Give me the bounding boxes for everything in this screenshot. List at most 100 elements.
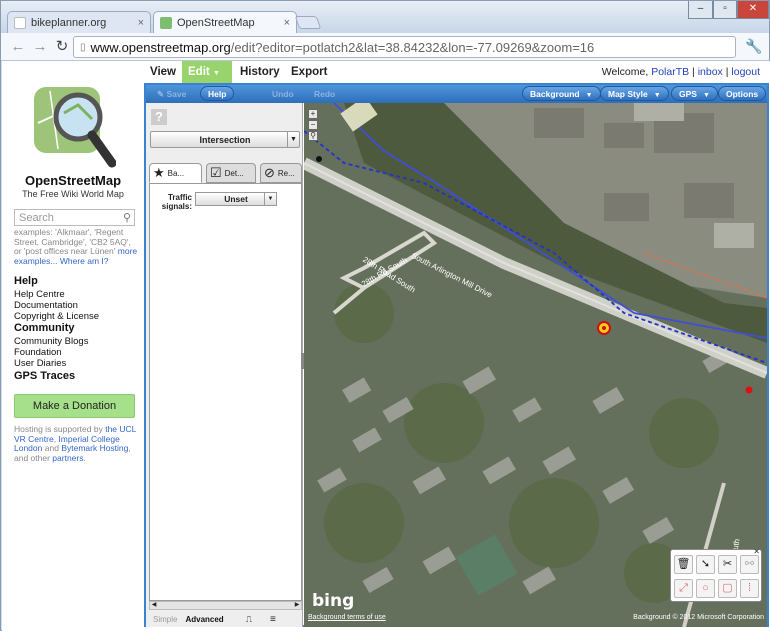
tab-basic-label: Ba... bbox=[167, 168, 185, 178]
menu-icon[interactable]: ≡ bbox=[270, 614, 276, 625]
close-window-button[interactable]: ✕ bbox=[737, 1, 769, 19]
circularise-icon[interactable]: ○ bbox=[696, 579, 715, 598]
community-heading: Community bbox=[14, 322, 75, 334]
chevron-down-icon: ▼ bbox=[212, 70, 220, 77]
tab-details-label: Det... bbox=[224, 168, 244, 178]
logout-link[interactable]: logout bbox=[731, 66, 760, 78]
panel-tabs: ★ Ba... ☑ Det... ⊘ Re... bbox=[149, 163, 302, 183]
examples-text: examples: 'Alkmaar', 'Regent Street, Cam… bbox=[14, 227, 131, 256]
tab-title: bikeplanner.org bbox=[31, 16, 107, 29]
options-button[interactable]: Options bbox=[718, 86, 767, 101]
gps-traces-link[interactable]: GPS Traces bbox=[14, 370, 75, 382]
tab-history[interactable]: History bbox=[234, 61, 286, 83]
tab-restrictions[interactable]: ⊘ Re... bbox=[260, 163, 302, 183]
tab-close-icon[interactable]: × bbox=[138, 17, 144, 29]
osm-logo-icon[interactable] bbox=[30, 83, 116, 173]
quadrilateralise-icon[interactable]: ▢ bbox=[718, 579, 737, 598]
redo-button[interactable]: Redo bbox=[306, 86, 343, 101]
inbox-link[interactable]: inbox bbox=[698, 66, 723, 78]
traffic-signals-label: Traffic signals: bbox=[161, 193, 192, 211]
background-button[interactable]: Background ▼ bbox=[522, 86, 601, 101]
split-icon[interactable]: ✂ bbox=[718, 555, 737, 574]
scroll-left-icon[interactable]: ◀ bbox=[150, 602, 158, 609]
copyright-link[interactable]: Copyright & License bbox=[14, 311, 99, 322]
left-sidebar: OpenStreetMap The Free Wiki World Map Se… bbox=[2, 61, 144, 631]
tab-view[interactable]: View bbox=[144, 61, 182, 83]
tab-edit[interactable]: Edit ▼ bbox=[182, 61, 232, 83]
tab-close-icon[interactable]: × bbox=[284, 17, 290, 29]
straighten-icon[interactable]: ➘ bbox=[696, 555, 715, 574]
preset-value: Intersection bbox=[199, 135, 251, 145]
user-diaries-link[interactable]: User Diaries bbox=[14, 358, 66, 369]
merge-icon[interactable]: ⚯ bbox=[740, 555, 759, 574]
search-icon[interactable]: ⚲ bbox=[123, 211, 131, 224]
node-marker[interactable] bbox=[745, 386, 753, 394]
reload-icon[interactable]: ↻ bbox=[53, 38, 71, 56]
tab-title: OpenStreetMap bbox=[177, 17, 255, 29]
page-icon bbox=[14, 16, 26, 29]
relation-icon[interactable]: ⎍ bbox=[246, 614, 252, 625]
parallelise-icon[interactable]: ⁞ bbox=[740, 579, 759, 598]
help-button[interactable]: Help bbox=[200, 86, 235, 101]
foundation-link[interactable]: Foundation bbox=[14, 347, 62, 358]
hosting-text: Hosting is supported by bbox=[14, 424, 103, 434]
tab-basic[interactable]: ★ Ba... bbox=[149, 163, 202, 183]
bytemark-link[interactable]: Bytemark Hosting bbox=[61, 443, 128, 453]
forward-icon[interactable]: → bbox=[31, 38, 49, 56]
address-bar[interactable]: ▯ www.openstreetmap.org /edit?editor=pot… bbox=[73, 36, 736, 58]
help-centre-link[interactable]: Help Centre bbox=[14, 289, 65, 300]
community-blogs-link[interactable]: Community Blogs bbox=[14, 336, 88, 347]
bing-logo: bing bbox=[312, 591, 355, 611]
save-button[interactable]: ✎ Save bbox=[149, 86, 194, 101]
user-link[interactable]: PolarTB bbox=[651, 66, 689, 78]
map-style-button[interactable]: Map Style ▼ bbox=[600, 86, 669, 101]
top-nav: View Edit ▼ History Export Welcome, Pola… bbox=[144, 61, 770, 83]
tab-edit-label: Edit bbox=[188, 66, 210, 78]
page-content: OpenStreetMap The Free Wiki World Map Se… bbox=[2, 61, 770, 631]
search-input[interactable]: Search ⚲ bbox=[14, 209, 135, 226]
reverse-icon[interactable]: ⤢ bbox=[674, 579, 693, 598]
zoom-out-icon[interactable]: − bbox=[308, 120, 318, 130]
gps-button[interactable]: GPS ▼ bbox=[671, 86, 718, 101]
tab-strip: bikeplanner.org × OpenStreetMap × – ▫ ✕ bbox=[1, 1, 769, 34]
save-icon: ✎ bbox=[157, 89, 165, 99]
maximize-button[interactable]: ▫ bbox=[713, 1, 737, 19]
back-icon[interactable]: ← bbox=[9, 38, 27, 56]
search-icon[interactable]: ⚲ bbox=[308, 131, 318, 141]
undo-button[interactable]: Undo bbox=[264, 86, 302, 101]
new-tab-button[interactable] bbox=[294, 16, 322, 29]
background-label: Background bbox=[530, 89, 580, 99]
hosting-and: and bbox=[44, 443, 59, 453]
tab-bikeplanner[interactable]: bikeplanner.org × bbox=[7, 11, 151, 33]
tag-panel: ? Intersection ▼ ★ Ba... ☑ Det... ⊘ Re... T… bbox=[146, 103, 304, 627]
tab-export[interactable]: Export bbox=[285, 61, 333, 83]
help-heading: Help bbox=[14, 275, 38, 287]
wrench-icon[interactable]: 🔧 bbox=[745, 38, 762, 55]
map-style-label: Map Style bbox=[608, 89, 648, 99]
tab-restrictions-label: Re... bbox=[277, 168, 295, 178]
tab-openstreetmap[interactable]: OpenStreetMap × bbox=[153, 11, 297, 34]
donate-button[interactable]: Make a Donation bbox=[14, 394, 135, 418]
panel-footer: Simple Advanced ⎍ ≡ bbox=[146, 611, 303, 627]
chevron-down-icon: ▼ bbox=[264, 193, 276, 205]
background-terms-link[interactable]: Background terms of use bbox=[308, 614, 386, 621]
chevron-down-icon: ▼ bbox=[702, 92, 710, 99]
scroll-right-icon[interactable]: ▶ bbox=[293, 602, 301, 609]
partners-link[interactable]: partners bbox=[52, 453, 83, 463]
where-am-i-link[interactable]: Where am I? bbox=[60, 256, 109, 266]
zoom-in-icon[interactable]: + bbox=[308, 109, 318, 119]
minimize-button[interactable]: – bbox=[688, 1, 713, 19]
simple-toggle[interactable]: Simple bbox=[153, 615, 177, 624]
documentation-link[interactable]: Documentation bbox=[14, 300, 78, 311]
tab-details[interactable]: ☑ Det... bbox=[206, 163, 256, 183]
tagline: The Free Wiki World Map bbox=[22, 189, 124, 199]
node-marker[interactable] bbox=[316, 156, 322, 162]
separator: | bbox=[692, 66, 695, 78]
zoom-control: + − ⚲ bbox=[308, 109, 318, 142]
advanced-toggle[interactable]: Advanced bbox=[185, 615, 223, 624]
delete-icon[interactable]: 🗑 bbox=[674, 555, 693, 574]
horizontal-scrollbar[interactable]: ◀ ▶ bbox=[149, 601, 302, 610]
traffic-signals-select[interactable]: Unset ▼ bbox=[195, 192, 277, 206]
preset-select[interactable]: Intersection ▼ bbox=[150, 131, 300, 148]
map-canvas[interactable]: South Arlington Mill Drive 28th Road Sou… bbox=[304, 103, 767, 627]
